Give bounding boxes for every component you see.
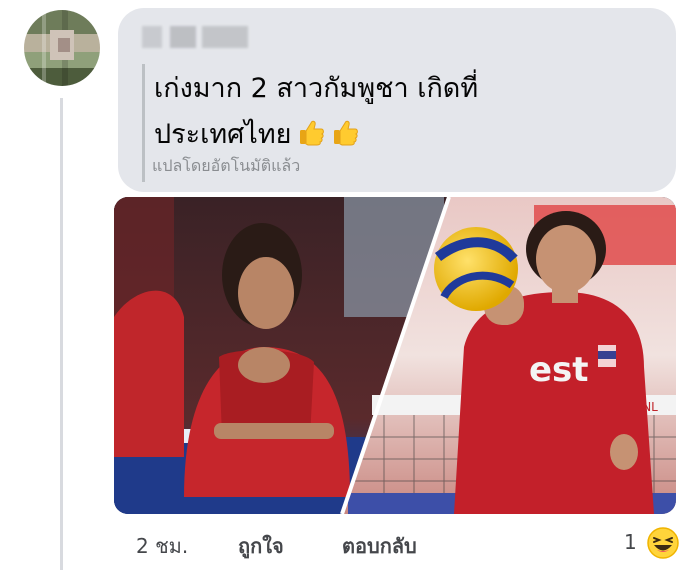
like-button[interactable]: ถูกใจ [238, 530, 284, 562]
reaction-count[interactable]: 1 [624, 530, 637, 554]
comment-footer: 2 ชม. ถูกใจ ตอบกลับ 1 [136, 524, 696, 564]
thumbs-up-icon [330, 116, 360, 146]
attached-photo[interactable]: VNL est [114, 197, 676, 514]
comment-bubble: เก่งมาก 2 สาวกัมพูชา เกิดที่ ประเทศไทย แ… [118, 8, 676, 192]
avatar-pixel-block [58, 38, 70, 52]
comment-text: เก่งมาก 2 สาวกัมพูชา เกิดที่ ประเทศไทย [154, 66, 654, 158]
author-name-blurred[interactable] [142, 26, 248, 48]
avatar[interactable] [24, 10, 100, 86]
jersey-sponsor-text: est [529, 350, 589, 390]
laughing-emoji-icon[interactable] [646, 526, 680, 560]
quote-bar [142, 64, 145, 182]
thumbs-up-icon [296, 116, 326, 146]
reply-button[interactable]: ตอบกลับ [342, 530, 417, 562]
comment-timestamp[interactable]: 2 ชม. [136, 530, 188, 562]
reply-thread-line [60, 98, 63, 570]
auto-translated-label[interactable]: แปลโดยอัตโนมัติแล้ว [152, 154, 300, 179]
